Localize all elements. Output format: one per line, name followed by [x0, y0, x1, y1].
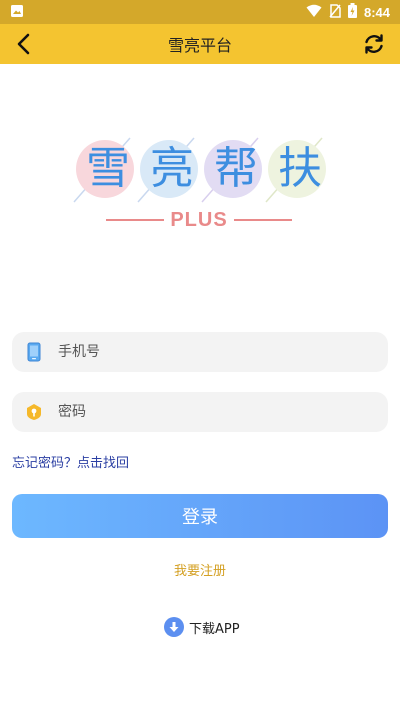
logo-char: 雪 [86, 143, 130, 194]
no-sim-icon [329, 3, 341, 21]
download-app-label: 下载APP [189, 621, 240, 637]
refresh-icon[interactable] [362, 32, 386, 56]
password-field[interactable] [12, 392, 388, 432]
download-icon [164, 617, 184, 637]
phone-icon [24, 342, 44, 362]
battery-icon [347, 3, 357, 21]
image-icon [10, 3, 24, 22]
logo-divider [233, 219, 292, 221]
logo-plus-text: PLUS [170, 208, 228, 231]
status-time: 8:44 [363, 4, 390, 20]
download-app-button[interactable]: 下载APP [164, 616, 240, 638]
logo-char: 帮 [214, 143, 258, 194]
login-button[interactable]: 登录 [12, 494, 388, 538]
logo-plus-row: PLUS [106, 208, 292, 232]
page-title: 雪亮平台 [167, 36, 232, 55]
phone-field[interactable] [12, 332, 388, 372]
key-icon [24, 402, 44, 422]
logo-char: 扶 [278, 143, 322, 194]
password-input[interactable] [58, 392, 388, 432]
forgot-password-link[interactable]: 忘记密码？点击找回 [12, 452, 129, 471]
app-bar: 雪亮平台 [0, 24, 400, 64]
logo-divider [106, 219, 165, 221]
register-link[interactable]: 我要注册 [0, 560, 400, 579]
logo-char: 亮 [150, 143, 194, 194]
app-logo: 雪 亮 帮 扶 PLUS [70, 130, 330, 240]
phone-input[interactable] [58, 332, 388, 372]
back-arrow-icon[interactable] [12, 32, 36, 56]
status-bar: 8:44 [0, 0, 400, 24]
wifi-icon [306, 4, 322, 21]
